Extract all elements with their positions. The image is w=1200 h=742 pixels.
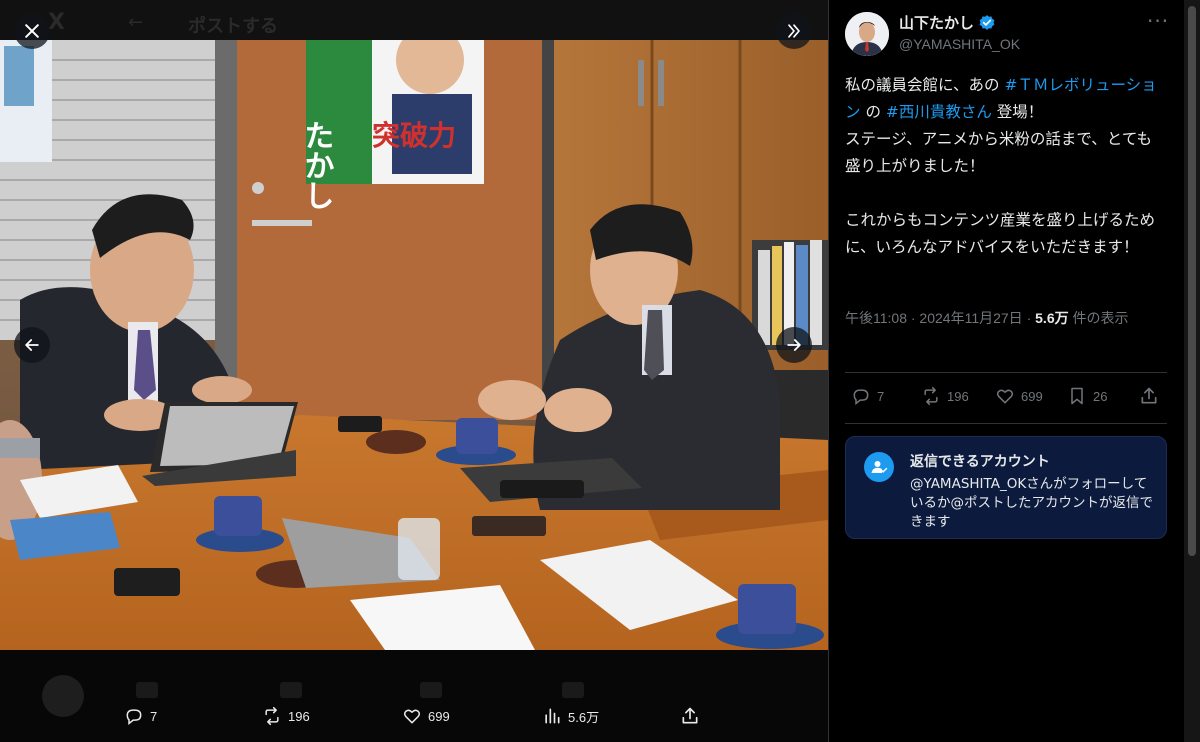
tweet-view-count: 5.6万 [1035,310,1069,326]
author-display-name-row[interactable]: 山下たかし [899,12,996,33]
tweet-text: 私の議員会館に、あの #ＴＭレボリューション の #西川貴教さん 登場！ ステー… [845,72,1165,261]
collapse-panel-button[interactable] [776,13,812,49]
heart-icon [996,389,1014,404]
photo-illustration: たかし 突破力 [0,40,828,650]
like-button[interactable]: 699 [995,386,1043,406]
tweet-timestamp[interactable]: 午後11:08 · 2024年11月27日 · [845,310,1035,326]
more-dots-icon: ··· [1147,9,1170,33]
background-bookmark-icon [562,682,584,698]
divider [845,372,1167,373]
poster-vertical-text: たかし [299,120,334,210]
tweet-photo[interactable]: たかし 突破力 [0,40,828,650]
avatar-portrait [845,12,889,56]
background-header-title: ポストする [188,16,278,37]
avatar[interactable] [845,12,889,56]
arrow-right-icon [787,339,801,351]
viewer-views-button[interactable]: 5.6万 [542,706,599,726]
viewer-share-button[interactable] [680,706,700,726]
viewer-like-button[interactable]: 699 [402,706,450,726]
tweet-text-segment: 登場！ ステージ、アニメから米粉の話まで、とても盛り上がりました！ これからもコ… [845,103,1156,256]
like-count: 699 [1021,388,1043,404]
viewer-reply-count: 7 [150,708,158,724]
background-header: X ← ポストする [0,0,828,40]
divider [845,423,1167,424]
share-button[interactable] [1139,386,1159,406]
chevron-double-right-icon [788,24,800,38]
reply-icon [853,389,869,406]
previous-image-button[interactable] [14,327,50,363]
reply-count: 7 [877,388,885,404]
background-repost-icon [280,682,302,698]
repost-icon [924,386,938,406]
repost-count: 196 [947,388,969,404]
heart-icon [403,709,421,724]
share-icon [1141,387,1157,404]
poster-slogan-text: 突破力 [372,119,456,152]
bookmark-count: 26 [1093,388,1108,404]
author-handle[interactable]: @YAMASHITA_OK [899,36,1020,52]
repost-button[interactable]: 196 [921,386,969,406]
background-reply-icon [136,682,158,698]
reply-restriction-text: @YAMASHITA_OKさんがフォローしているか@ポストしたアカウントが返信で… [910,476,1153,530]
background-like-icon [420,682,442,698]
tweet-text-segment: の [860,103,886,121]
viewer-like-count: 699 [428,708,450,724]
verified-badge-icon [979,14,995,30]
hashtag-link[interactable]: #西川貴教さん [886,103,992,121]
viewer-repost-count: 196 [288,708,310,724]
repost-icon [265,706,279,726]
tweet-view-suffix: 件の表示 [1068,310,1129,326]
tweet-meta: 午後11:08 · 2024年11月27日 · 5.6万 件の表示 [845,306,1165,330]
next-image-button[interactable] [776,327,812,363]
tweet-detail-panel: 山下たかし @YAMASHITA_OK ··· 私の議員会館に、あの #ＴＭレボ… [828,0,1184,742]
share-icon [682,707,698,724]
x-logo-icon: X [48,10,65,35]
close-button[interactable] [14,13,50,49]
arrow-left-icon [25,339,39,351]
viewer-reply-button[interactable]: 7 [124,706,157,726]
author-display-name[interactable]: 山下たかし [899,12,974,33]
close-icon [25,24,39,38]
user-check-icon [871,461,888,473]
viewer-repost-button[interactable]: 196 [262,706,310,726]
more-options-button[interactable]: ··· [1147,11,1171,34]
media-viewer: X ← ポストする たかし 突破力 7 196 699 5.6万 [0,0,828,742]
back-arrow-icon: ← [128,12,144,33]
reply-button[interactable]: 7 [851,386,884,406]
background-avatar [42,675,84,717]
background-tweet-footer [0,650,828,742]
reply-icon [126,709,142,726]
scrollbar[interactable] [1184,0,1200,742]
viewer-views-count: 5.6万 [568,709,600,725]
reply-restriction-title: 返信できるアカウント [910,454,1050,470]
scrollbar-thumb[interactable] [1188,6,1196,556]
bookmark-icon [1071,387,1083,405]
analytics-icon [545,708,560,724]
reply-restriction-card: 返信できるアカウント @YAMASHITA_OKさんがフォローしているか@ポスト… [845,436,1167,539]
bookmark-button[interactable]: 26 [1067,386,1107,406]
reply-restriction-icon [864,452,894,482]
tweet-text-segment: 私の議員会館に、あの [845,76,1005,94]
